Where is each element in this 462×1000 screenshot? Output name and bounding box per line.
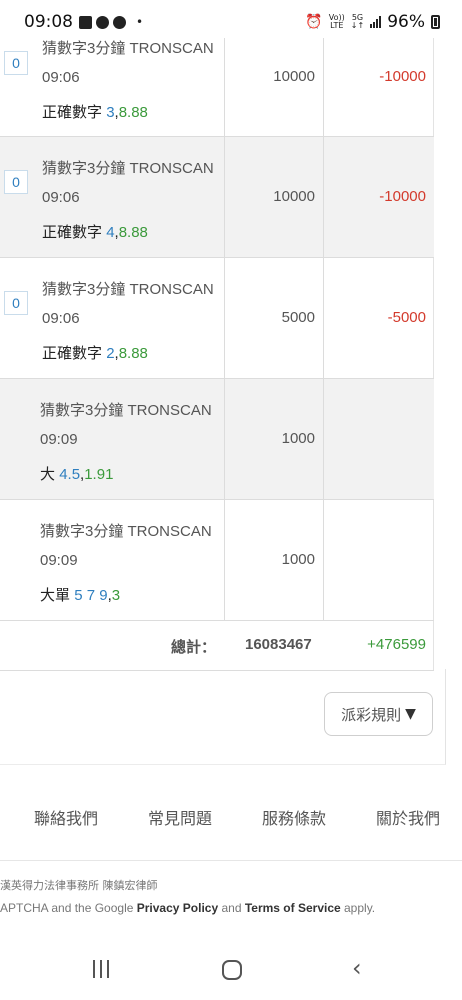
facebook-notification-icon — [96, 15, 109, 29]
privacy-policy-link[interactable]: Privacy Policy — [137, 901, 218, 915]
table-row: 0 猜數字3分鐘 TRONSCAN 09:06 正確數字 3,8.88 1000… — [0, 38, 434, 137]
line-notification-icon — [113, 15, 126, 29]
terms-of-service-link[interactable]: Terms of Service — [245, 901, 341, 915]
status-badge[interactable]: 0 — [4, 291, 28, 315]
alarm-icon: ⏰ — [305, 14, 323, 30]
status-badge[interactable]: 0 — [4, 51, 28, 75]
bet-content: 正確數字 4,8.88 — [42, 224, 148, 241]
total-row: 總計： 16083467 +476599 — [0, 621, 434, 671]
status-badge[interactable]: 0 — [4, 170, 28, 194]
table-row: 猜數字3分鐘 TRONSCAN 09:09 大 4.5,1.91 1000 — [0, 379, 434, 500]
contact-us-link[interactable]: 聯絡我們 — [34, 805, 98, 829]
signal-icon — [370, 16, 382, 28]
system-nav-bar: ‹ — [0, 940, 462, 1000]
bet-content: 正確數字 2,8.88 — [42, 345, 148, 362]
bet-amount: 1000 — [281, 430, 315, 447]
win-amount: -10000 — [379, 188, 426, 205]
total-amount: 16083467 — [245, 636, 312, 653]
payout-rules-label: 派彩規則 — [341, 705, 402, 724]
bet-amount: 10000 — [273, 68, 315, 85]
bet-history-table: 0 猜數字3分鐘 TRONSCAN 09:06 正確數字 3,8.88 1000… — [0, 38, 434, 671]
game-name: 猜數字3分鐘 TRONSCAN — [40, 402, 212, 419]
5g-indicator: 5G ↓↑ — [350, 13, 365, 30]
bet-amount: 5000 — [281, 309, 315, 326]
legal-counsel-text: 漢英得力法律事務所 陳鎮宏律師 — [0, 879, 158, 892]
bet-content: 大單 5 7 9,3 — [40, 587, 121, 604]
footer-divider — [0, 860, 462, 861]
payout-rules-button[interactable]: 派彩規則 ▼ — [324, 692, 433, 736]
bet-time: 09:06 — [42, 189, 80, 206]
terms-link[interactable]: 服務條款 — [262, 805, 326, 829]
status-time: 09:08 — [24, 12, 73, 32]
recaptcha-notice: APTCHA and the Google Privacy Policy and… — [0, 901, 376, 915]
faq-link[interactable]: 常見問題 — [148, 805, 212, 829]
about-us-link[interactable]: 關於我們 — [376, 805, 440, 829]
footer-links: 聯絡我們 常見問題 服務條款 關於我們 — [0, 805, 462, 835]
bet-amount: 1000 — [281, 551, 315, 568]
bet-content: 正確數字 3,8.88 — [42, 104, 148, 121]
battery-icon — [431, 15, 440, 29]
win-amount: -10000 — [379, 68, 426, 85]
bet-content: 大 4.5,1.91 — [40, 466, 114, 483]
battery-percent: 96% — [387, 12, 425, 32]
win-amount: -5000 — [387, 309, 426, 326]
caret-down-icon: ▼ — [405, 706, 416, 722]
bet-time: 09:06 — [42, 310, 80, 327]
game-name: 猜數字3分鐘 TRONSCAN — [42, 160, 214, 177]
back-icon[interactable]: ‹ — [352, 954, 362, 982]
table-row: 0 猜數字3分鐘 TRONSCAN 09:06 正確數字 2,8.88 5000… — [0, 258, 434, 379]
game-name: 猜數字3分鐘 TRONSCAN — [40, 523, 212, 540]
rules-section: 派彩規則 ▼ — [0, 669, 446, 765]
game-name: 猜數字3分鐘 TRONSCAN — [42, 40, 214, 57]
table-row: 猜數字3分鐘 TRONSCAN 09:09 大單 5 7 9,3 1000 — [0, 500, 434, 621]
bet-amount: 10000 — [273, 188, 315, 205]
total-label: 總計： — [170, 639, 216, 656]
more-notifications-dot: • — [136, 15, 144, 29]
table-row: 0 猜數字3分鐘 TRONSCAN 09:06 正確數字 4,8.88 1000… — [0, 137, 434, 258]
bet-time: 09:09 — [40, 431, 78, 448]
recent-apps-icon[interactable] — [93, 960, 113, 978]
volte-indicator: Vo)) LTE — [328, 13, 345, 30]
bet-time: 09:09 — [40, 552, 78, 569]
home-icon[interactable] — [222, 960, 242, 980]
bet-time: 09:06 — [42, 69, 80, 86]
gallery-notification-icon — [79, 15, 92, 29]
total-win: +476599 — [367, 636, 426, 653]
game-name: 猜數字3分鐘 TRONSCAN — [42, 281, 214, 298]
